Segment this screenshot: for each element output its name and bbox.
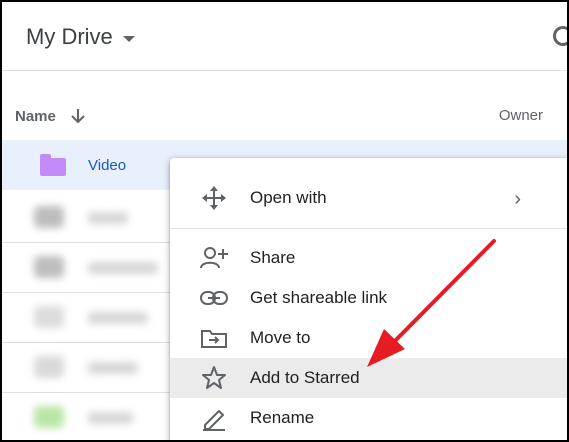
menu-item-label: Open with (250, 188, 327, 207)
sort-arrow-down-icon[interactable] (70, 107, 86, 125)
move-to-folder-icon (200, 326, 228, 350)
caret-down-icon (122, 36, 135, 42)
name-column-label: Name (15, 107, 56, 125)
pencil-icon (200, 406, 228, 431)
menu-item-label: Rename (250, 408, 315, 427)
name-column-header[interactable]: Name (15, 107, 86, 125)
star-icon (200, 366, 228, 390)
annotation-arrow-icon (367, 239, 496, 367)
menu-item-open-with[interactable]: Open with › (170, 178, 567, 218)
folder-icon (40, 154, 66, 176)
file-type-icon (34, 306, 64, 328)
open-with-icon (200, 186, 228, 210)
drive-header: My Drive (2, 2, 567, 71)
redacted-text (88, 362, 138, 374)
my-drive-dropdown[interactable]: My Drive (26, 24, 135, 50)
redacted-text (88, 312, 148, 324)
file-type-icon (34, 256, 64, 278)
file-type-icon (34, 406, 64, 428)
menu-item-label: Move to (250, 328, 311, 347)
redacted-text (88, 412, 133, 424)
file-name: Video (88, 157, 127, 174)
loading-icon (553, 26, 567, 46)
menu-item-rename[interactable]: Rename (170, 398, 567, 438)
drive-window: My Drive Name Owner Video Open with › Sh… (0, 0, 569, 442)
column-headers: Name Owner (2, 70, 567, 141)
menu-item-label: Share (250, 248, 296, 267)
chevron-right-icon: › (514, 188, 521, 210)
person-add-icon (200, 246, 228, 270)
page-title: My Drive (26, 24, 113, 49)
file-type-icon (34, 356, 64, 378)
link-icon (200, 286, 228, 310)
owner-column-header[interactable]: Owner (499, 107, 543, 124)
file-type-icon (34, 206, 64, 228)
redacted-text (88, 262, 158, 274)
redacted-text (88, 212, 128, 224)
